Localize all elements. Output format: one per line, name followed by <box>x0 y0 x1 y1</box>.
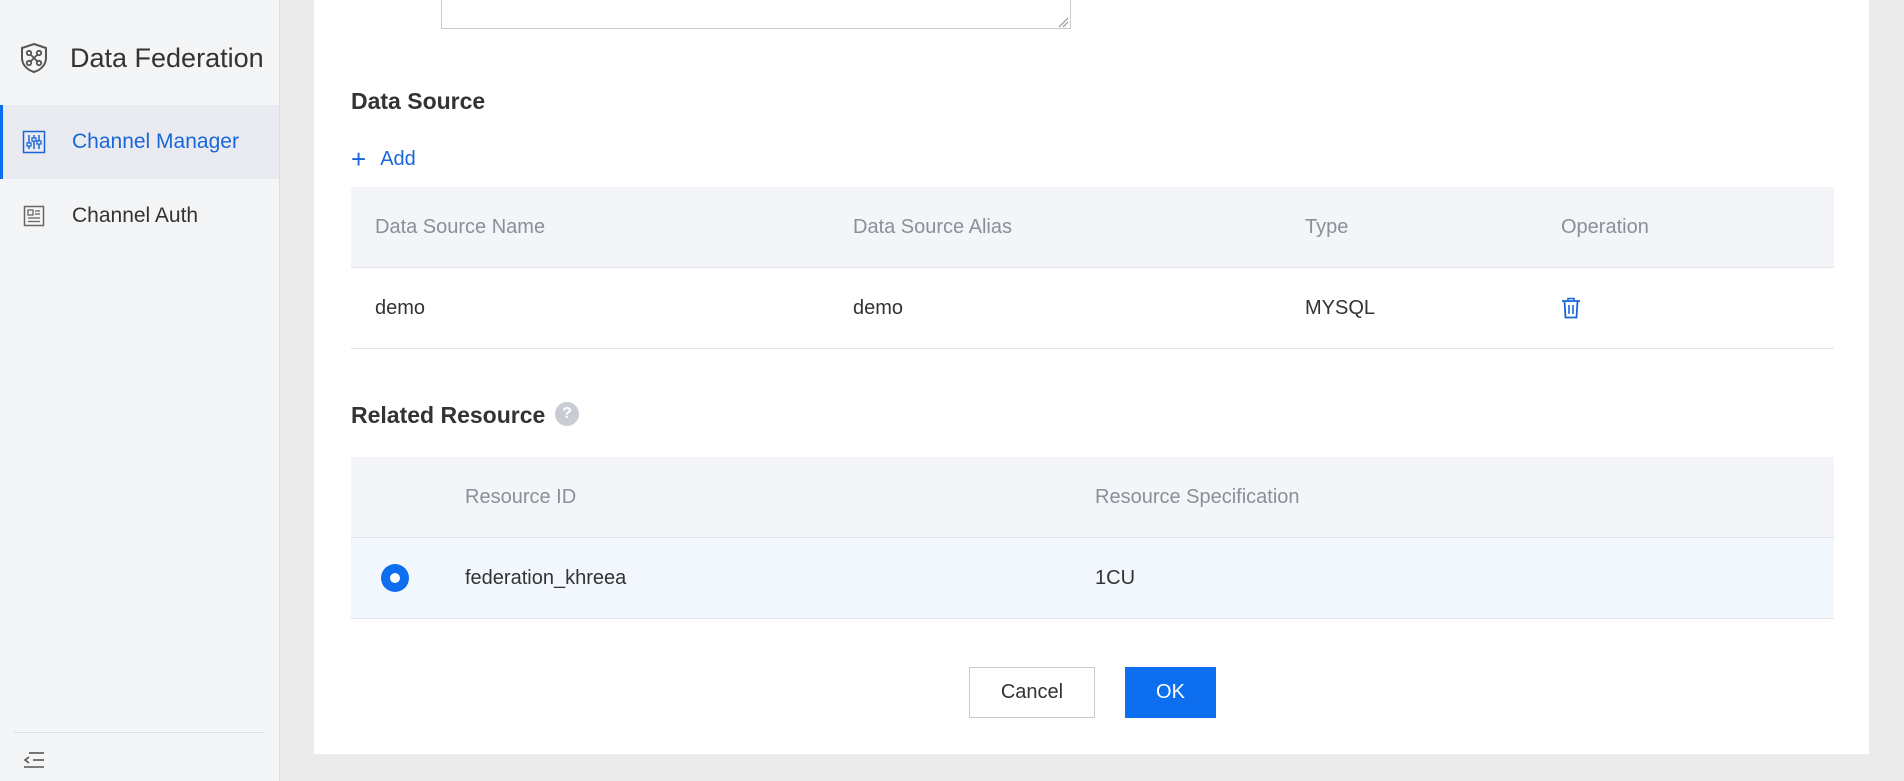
column-header: Resource Specification <box>1095 485 1300 508</box>
data-source-name: demo <box>375 296 426 319</box>
resource-id: federation_khreea <box>465 566 627 589</box>
table-row: demo demo MYSQL <box>351 268 1834 349</box>
resize-handle-icon[interactable] <box>1057 15 1069 28</box>
data-source-alias: demo <box>853 296 904 319</box>
data-source-table: Data Source Name Data Source Alias Type … <box>351 187 1834 349</box>
radio-dot <box>390 573 400 583</box>
document-icon <box>22 204 46 228</box>
radio-cell <box>381 538 409 618</box>
sidebar: Data Federation Channel Manager Channel … <box>0 0 280 781</box>
shield-network-icon <box>18 42 50 74</box>
table-header: Data Source Name Data Source Alias Type … <box>351 187 1834 268</box>
data-source-title: Data Source <box>351 88 486 114</box>
sidebar-item-label: Channel Auth <box>72 204 199 227</box>
add-data-source-button[interactable]: + Add <box>351 146 416 172</box>
column-header: Operation <box>1561 215 1649 238</box>
resource-radio[interactable] <box>381 564 409 592</box>
table-header: Resource ID Resource Specification <box>351 457 1834 538</box>
table-row[interactable]: federation_khreea 1CU <box>351 538 1834 619</box>
app-title: Data Federation <box>70 42 264 73</box>
data-source-type: MYSQL <box>1305 296 1376 319</box>
collapse-menu-icon[interactable] <box>22 748 46 772</box>
related-resource-table: Resource ID Resource Specification feder… <box>351 457 1834 619</box>
sidebar-item-channel-manager[interactable]: Channel Manager <box>0 105 279 179</box>
main-panel: Data Source + Add Data Source Name Data … <box>314 0 1869 754</box>
help-icon[interactable]: ? <box>555 402 579 426</box>
cancel-button[interactable]: Cancel <box>969 667 1095 718</box>
sliders-icon <box>22 130 46 154</box>
related-resource-title: Related Resource <box>351 402 546 428</box>
operation-cell <box>1561 268 1581 348</box>
column-header: Data Source Alias <box>853 215 1012 238</box>
add-label: Add <box>380 147 416 170</box>
trash-icon[interactable] <box>1561 297 1581 319</box>
ok-button[interactable]: OK <box>1125 667 1216 718</box>
description-textarea[interactable] <box>441 0 1071 29</box>
brand: Data Federation <box>18 38 264 78</box>
sidebar-divider <box>14 732 265 733</box>
column-header: Type <box>1305 215 1349 238</box>
sidebar-item-label: Channel Manager <box>72 130 239 153</box>
column-header: Data Source Name <box>375 215 546 238</box>
sidebar-item-channel-auth[interactable]: Channel Auth <box>0 179 279 253</box>
column-header: Resource ID <box>465 485 577 508</box>
resource-specification: 1CU <box>1095 566 1136 589</box>
plus-icon: + <box>351 144 367 174</box>
